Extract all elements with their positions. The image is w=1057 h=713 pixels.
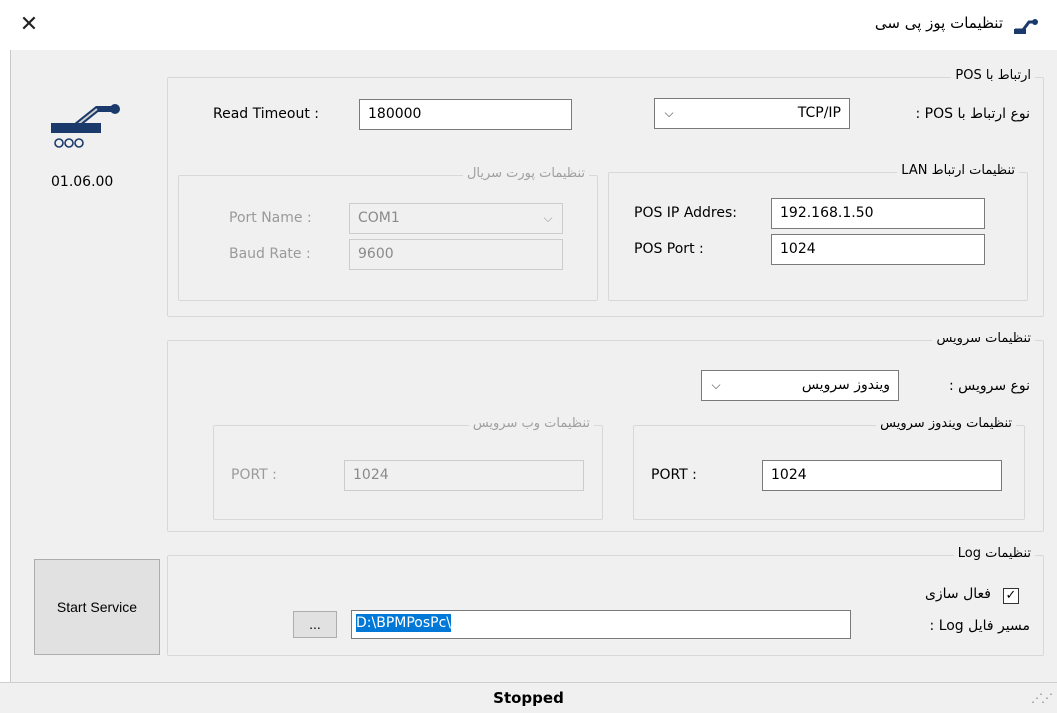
service-status: Stopped	[493, 689, 564, 707]
read-timeout-input[interactable]: 180000	[359, 99, 572, 130]
baud-rate-input[interactable]: 9600	[349, 239, 563, 270]
resize-grip-icon[interactable]: ⋰⋰	[1031, 691, 1053, 705]
service-type-select[interactable]: ⌵ ویندوز سرویس	[701, 370, 899, 401]
log-path-value: D:\BPMPosPc\	[356, 614, 451, 632]
app-icon	[1014, 19, 1038, 34]
windows-service-port-input[interactable]: 1024	[762, 460, 1002, 491]
browse-button[interactable]: ...	[293, 611, 337, 638]
pos-connection-group: ارتباط با POS نوع ارتباط با POS : ⌵ TCP/…	[167, 68, 1044, 317]
log-enable-checkbox[interactable]: ✓	[1003, 588, 1019, 604]
service-group-title: تنظیمات سرویس	[932, 331, 1035, 346]
lan-settings-group-title: تنظیمات ارتباط LAN	[897, 163, 1019, 178]
web-service-port-input[interactable]: 1024	[344, 460, 584, 491]
port-name-select[interactable]: COM1 ⌵	[349, 203, 563, 234]
lan-settings-group: تنظیمات ارتباط LAN POS IP Addres: 192.16…	[608, 163, 1028, 301]
serial-port-group-title: تنظیمات پورت سریال	[462, 166, 589, 181]
windows-service-port-label: PORT :	[651, 467, 697, 483]
pos-machine-icon	[51, 104, 120, 148]
baud-rate-label: Baud Rate :	[229, 246, 311, 262]
chevron-down-icon: ⌵	[664, 106, 674, 120]
web-service-port-label: PORT :	[231, 467, 277, 483]
log-enable-label: فعال سازی	[924, 586, 991, 602]
service-type-label: نوع سرویس :	[948, 378, 1030, 394]
port-name-label: Port Name :	[229, 210, 312, 226]
read-timeout-label: Read Timeout :	[213, 106, 319, 122]
log-group-title: تنظیمات Log	[953, 546, 1035, 561]
windows-service-group-title: تنظیمات ویندوز سرویس	[876, 416, 1016, 431]
windows-service-group: تنظیمات ویندوز سرویس PORT : 1024	[633, 416, 1025, 520]
log-path-input[interactable]: D:\BPMPosPc\	[351, 610, 851, 639]
version-label: 01.06.00	[51, 174, 114, 190]
connection-type-label: نوع ارتباط با POS :	[915, 106, 1030, 122]
window-title: تنظیمات پوز پی سی	[874, 14, 1003, 32]
chevron-down-icon: ⌵	[711, 378, 721, 392]
web-service-group-title: تنظیمات وب سرویس	[468, 416, 594, 431]
connection-type-select[interactable]: ⌵ TCP/IP	[654, 98, 850, 129]
pos-ip-input[interactable]: 192.168.1.50	[771, 198, 985, 229]
pos-ip-label: POS IP Addres:	[634, 205, 737, 221]
pos-port-input[interactable]: 1024	[771, 234, 985, 265]
log-group: تنظیمات Log ✓ فعال سازی مسیر فایل Log : …	[167, 546, 1044, 656]
web-service-group: تنظیمات وب سرویس PORT : 1024	[213, 416, 603, 520]
client-area: 01.06.00 ارتباط با POS نوع ارتباط با POS…	[10, 50, 1057, 682]
start-service-button[interactable]: Start Service	[34, 559, 160, 655]
close-icon[interactable]: ✕	[18, 14, 40, 36]
status-bar: Stopped ⋰⋰	[0, 682, 1057, 713]
serial-port-group: تنظیمات پورت سریال Port Name : COM1 ⌵ Ba…	[178, 166, 598, 301]
pos-port-label: POS Port :	[634, 241, 704, 257]
log-path-label: مسیر فایل Log :	[929, 618, 1030, 634]
pos-connection-group-title: ارتباط با POS	[951, 68, 1035, 83]
chevron-down-icon: ⌵	[543, 211, 553, 225]
title-bar: ✕ تنظیمات پوز پی سی	[0, 0, 1057, 50]
service-group: تنظیمات سرویس نوع سرویس : ⌵ ویندوز سرویس…	[167, 331, 1044, 532]
